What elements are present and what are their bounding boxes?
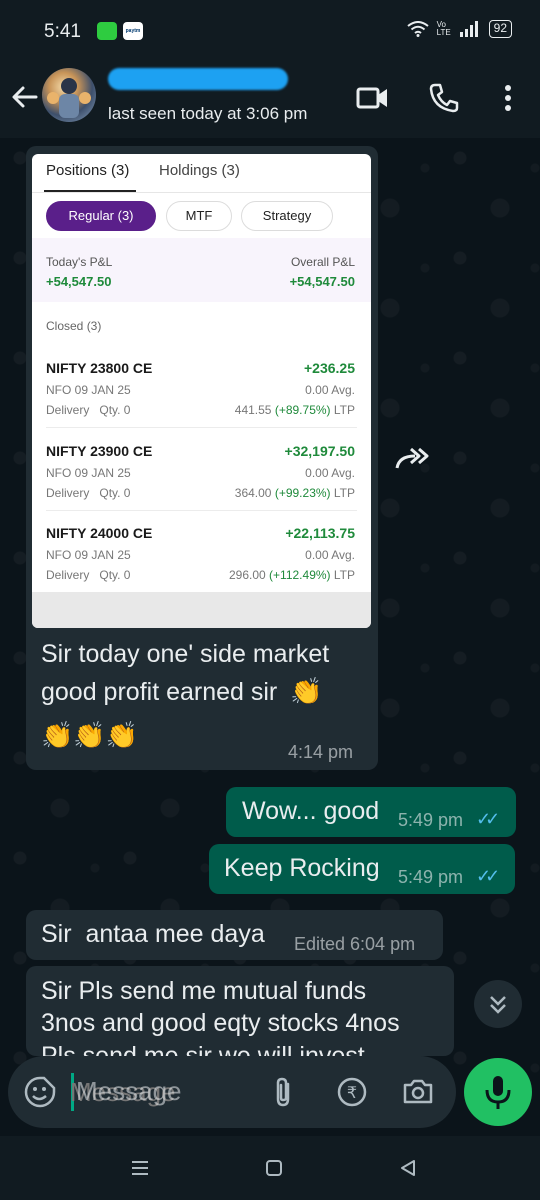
position-name: NIFTY 24000 CE bbox=[46, 525, 153, 541]
position-exchange: NFO 09 JAN 25 bbox=[46, 383, 131, 397]
message-text-line: Sir today one' side market bbox=[41, 640, 330, 668]
position-pl: +22,113.75 bbox=[285, 525, 355, 541]
contact-avatar[interactable] bbox=[42, 68, 96, 122]
tab-holdings: Holdings (3) bbox=[159, 162, 240, 179]
more-options-icon[interactable] bbox=[490, 80, 526, 116]
chat-screen: 5:41 paytm Vo LTE 92 last seen today at … bbox=[0, 0, 540, 1200]
position-avg: 0.00 Avg. bbox=[305, 548, 355, 562]
attach-icon[interactable] bbox=[266, 1074, 302, 1110]
chat-header: last seen today at 3:06 pm bbox=[0, 62, 540, 138]
message-timestamp: 4:14 pm bbox=[288, 742, 354, 762]
chip-mtf: MTF bbox=[166, 201, 232, 231]
video-call-icon[interactable] bbox=[354, 80, 390, 116]
microphone-icon bbox=[485, 1076, 511, 1109]
home-icon[interactable] bbox=[262, 1156, 286, 1180]
camera-icon[interactable] bbox=[400, 1074, 436, 1110]
message-text: Keep Rocking bbox=[224, 854, 380, 882]
notification-app-icon bbox=[97, 22, 117, 40]
position-ltp: 441.55 (+89.75%) LTP bbox=[234, 403, 355, 417]
read-receipt-icon: ✓✓ bbox=[476, 866, 500, 886]
message-text: Wow... good bbox=[242, 797, 380, 825]
position-exchange: NFO 09 JAN 25 bbox=[46, 466, 131, 480]
overall-pl-label: Overall P&L bbox=[290, 255, 355, 269]
message-text-line: Sir Pls send me mutual funds bbox=[41, 977, 367, 1005]
double-chevron-down-icon bbox=[490, 996, 506, 1014]
message-clip: Pls send me sir we will invest bbox=[26, 1040, 454, 1056]
position-exchange: NFO 09 JAN 25 bbox=[46, 548, 131, 562]
message-placeholder: Message bbox=[76, 1076, 182, 1106]
todays-pl-label: Today's P&L bbox=[46, 255, 113, 269]
tab-divider bbox=[32, 192, 371, 193]
position-product: Delivery Qty. 0 bbox=[46, 568, 131, 582]
message-text-line: 3nos and good eqty stocks 4nos bbox=[41, 1009, 400, 1037]
volte-indicator: Vo LTE bbox=[436, 20, 451, 37]
position-name: NIFTY 23900 CE bbox=[46, 443, 153, 459]
forward-icon[interactable] bbox=[393, 444, 433, 474]
recent-apps-icon[interactable] bbox=[128, 1156, 152, 1180]
scroll-to-bottom-button[interactable] bbox=[474, 980, 522, 1028]
message-text-line: good profit earned sir bbox=[41, 678, 278, 706]
status-bar: 5:41 paytm Vo LTE 92 bbox=[0, 0, 540, 62]
message-text: Sir antaa mee daya bbox=[41, 920, 265, 948]
position-product: Delivery Qty. 0 bbox=[46, 486, 131, 500]
position-product: Delivery Qty. 0 bbox=[46, 403, 131, 417]
clapping-hands-emoji: 👏👏👏 bbox=[41, 720, 139, 750]
position-avg: 0.00 Avg. bbox=[305, 466, 355, 480]
svg-text:₹: ₹ bbox=[347, 1083, 357, 1102]
overall-pl-value: +54,547.50 bbox=[289, 274, 355, 289]
tab-positions: Positions (3) bbox=[46, 162, 130, 179]
back-arrow-icon[interactable] bbox=[8, 80, 42, 114]
row-separator bbox=[46, 427, 357, 428]
todays-pl-value: +54,547.50 bbox=[46, 274, 112, 289]
chip-strategy: Strategy bbox=[241, 201, 333, 231]
contact-name-redacted[interactable] bbox=[108, 68, 288, 90]
read-receipt-icon: ✓✓ bbox=[476, 809, 500, 829]
message-text-line: Pls send me sir we will invest bbox=[41, 1042, 365, 1056]
last-seen-status: last seen today at 3:06 pm bbox=[108, 104, 308, 123]
system-icons: Vo LTE 92 bbox=[407, 20, 512, 38]
position-ltp: 296.00 (+112.49%) LTP bbox=[229, 568, 355, 582]
voice-call-icon[interactable] bbox=[426, 80, 462, 116]
row-separator bbox=[46, 510, 357, 511]
shared-screenshot-image[interactable]: Positions (3) Holdings (3) Regular (3) M… bbox=[32, 154, 371, 628]
position-name: NIFTY 23800 CE bbox=[46, 360, 153, 376]
emoji-sticker-icon[interactable] bbox=[22, 1074, 58, 1110]
chip-regular: Regular (3) bbox=[46, 201, 156, 231]
avatar-deity-image bbox=[47, 78, 91, 118]
message-timestamp: 5:49 pm bbox=[398, 810, 464, 830]
message-edited-timestamp: Edited 6:04 pm bbox=[294, 934, 416, 954]
position-ltp: 364.00 (+99.23%) LTP bbox=[234, 486, 355, 500]
wifi-icon bbox=[407, 21, 429, 37]
signal-icon bbox=[459, 21, 478, 37]
voice-message-button[interactable] bbox=[464, 1058, 532, 1126]
closed-label: Closed (3) bbox=[46, 319, 102, 333]
position-avg: 0.00 Avg. bbox=[305, 383, 355, 397]
pnl-summary: Today's P&L +54,547.50 Overall P&L +54,5… bbox=[32, 238, 371, 302]
battery-icon: 92 bbox=[488, 20, 512, 38]
system-navigation-bar bbox=[0, 1136, 540, 1200]
image-bottom-strip bbox=[32, 592, 371, 628]
position-pl: +32,197.50 bbox=[284, 443, 355, 459]
payment-rupee-icon[interactable]: ₹ bbox=[334, 1074, 370, 1110]
clapping-hands-emoji: 👏 bbox=[290, 676, 323, 706]
message-timestamp: 5:49 pm bbox=[398, 867, 464, 887]
status-time: 5:41 bbox=[44, 21, 81, 42]
back-nav-icon[interactable] bbox=[396, 1156, 420, 1180]
position-pl: +236.25 bbox=[304, 360, 355, 376]
paytm-notification-icon: paytm bbox=[123, 22, 143, 40]
